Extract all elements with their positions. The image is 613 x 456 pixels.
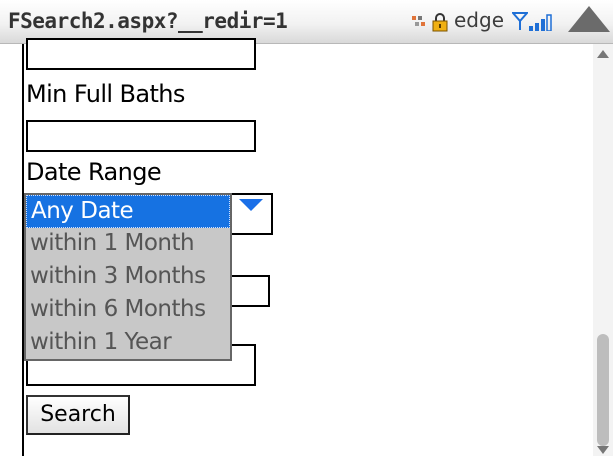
up-arrow-icon[interactable] — [566, 4, 612, 34]
dropdown-option-3-months[interactable]: within 3 Months — [26, 261, 230, 294]
scroll-up-icon[interactable] — [597, 50, 609, 58]
form-content: Min Full Baths Date Range Any Date withi… — [0, 38, 613, 456]
min-full-baths-label: Min Full Baths — [26, 80, 185, 108]
date-range-dropdown-list[interactable]: Any Date within 1 Month within 3 Months … — [24, 193, 232, 361]
signal-bars-icon — [529, 14, 552, 31]
scroll-down-icon[interactable] — [597, 446, 609, 454]
hidden-field-right-edge[interactable] — [230, 275, 270, 307]
network-type: edge — [454, 8, 504, 32]
min-full-baths-input[interactable] — [26, 120, 256, 152]
previous-field-input[interactable] — [26, 38, 256, 70]
dropdown-option-1-year[interactable]: within 1 Year — [26, 327, 230, 360]
date-range-label: Date Range — [26, 158, 162, 186]
connection-icon — [412, 16, 425, 26]
lock-icon — [432, 13, 448, 32]
page-url: FSearch2.aspx?__redir=1 — [8, 9, 288, 33]
date-range-dropdown-toggle[interactable] — [230, 193, 273, 235]
dropdown-option-6-months[interactable]: within 6 Months — [26, 294, 230, 327]
dropdown-option-any-date[interactable]: Any Date — [26, 195, 230, 228]
status-area: edge — [412, 6, 613, 34]
search-button[interactable]: Search — [26, 395, 130, 435]
chevron-down-icon — [239, 199, 263, 211]
antenna-icon — [512, 12, 528, 30]
scroll-thumb[interactable] — [597, 334, 609, 446]
vertical-scrollbar[interactable] — [593, 44, 613, 456]
dropdown-option-1-month[interactable]: within 1 Month — [26, 228, 230, 261]
